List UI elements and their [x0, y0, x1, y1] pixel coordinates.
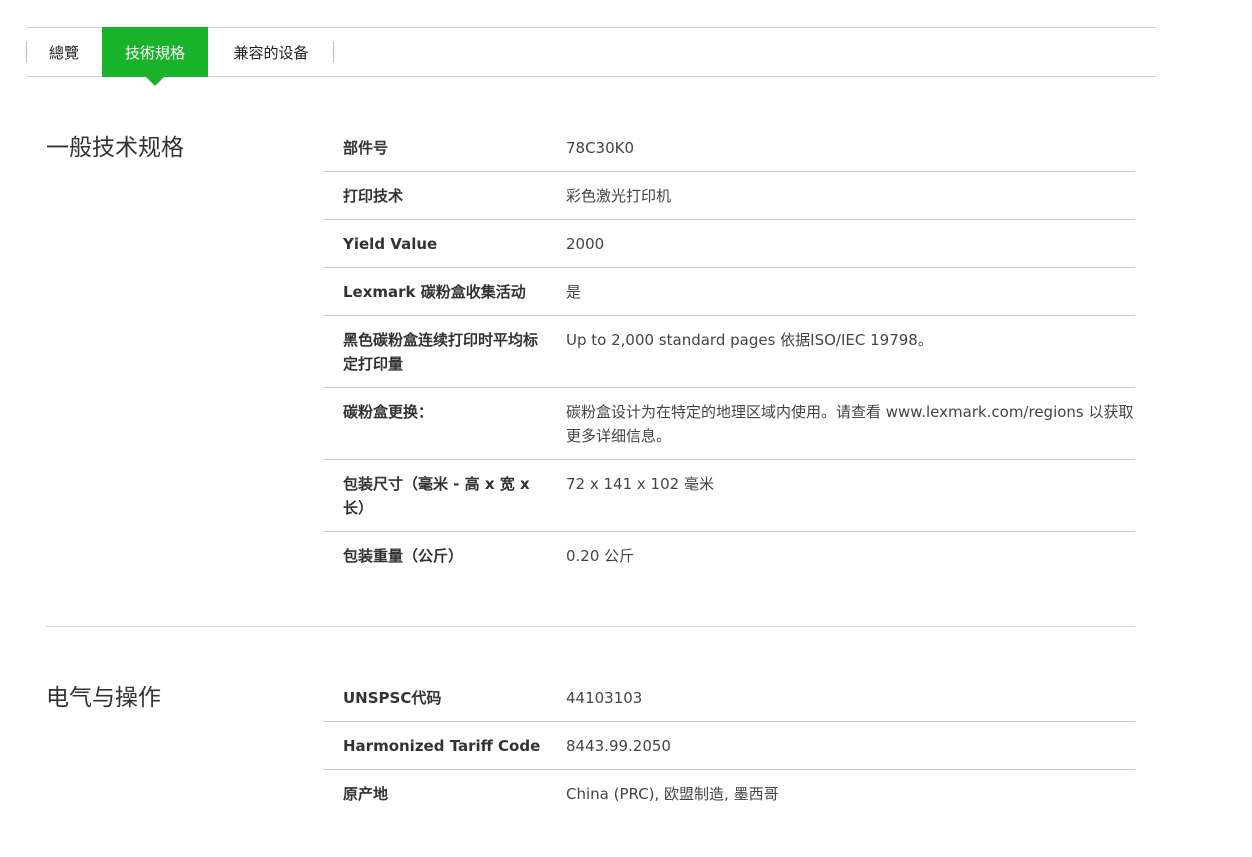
spec-label: 打印技术: [323, 171, 566, 220]
table-row: Lexmark 碳粉盒收集活动 是: [323, 267, 1135, 316]
table-row: 部件号 78C30K0: [323, 124, 1135, 172]
spec-value: 碳粉盒设计为在特定的地理区域内使用。请查看 www.lexmark.com/re…: [566, 387, 1135, 460]
tab-specifications[interactable]: 技術規格: [102, 27, 208, 86]
spec-label: 包装重量（公斤）: [343, 547, 464, 565]
tab-overview[interactable]: 總覽: [26, 28, 102, 76]
electrical-operation-table: UNSPSC代码 44103103 Harmonized Tariff Code…: [323, 674, 1135, 817]
spec-value: China (PRC), 欧盟制造, 墨西哥: [566, 785, 779, 803]
spec-value: 2000: [566, 219, 1135, 268]
tab-compatible-devices[interactable]: 兼容的设备: [208, 28, 334, 76]
table-row: Yield Value 2000: [323, 219, 1135, 268]
spec-value: 78C30K0: [566, 124, 1135, 172]
tab-bar: 總覽 技術規格 兼容的设备: [26, 27, 1156, 86]
table-row: 包装重量（公斤） 0.20 公斤: [323, 532, 1135, 580]
table-row: UNSPSC代码 44103103: [323, 674, 1135, 722]
spec-value: Up to 2,000 standard pages 依据ISO/IEC 197…: [566, 315, 1135, 388]
spec-label: 原产地: [343, 785, 389, 803]
spec-value: 是: [566, 267, 1135, 316]
section-title-electrical-operation: 电气与操作: [46, 685, 161, 711]
tab-compatible-devices-label: 兼容的设备: [233, 43, 309, 62]
section-title-general-specs: 一般技术规格: [46, 135, 184, 161]
spec-value: 8443.99.2050: [566, 721, 1135, 770]
spec-value: 彩色激光打印机: [566, 171, 1135, 220]
table-row: 包装尺寸（毫米 - 高 x 宽 x 长） 72 x 141 x 102 毫米: [323, 459, 1135, 532]
spec-value: 0.20 公斤: [566, 547, 635, 565]
spec-label: 部件号: [323, 124, 566, 172]
section-divider: [46, 626, 1135, 627]
spec-label: 碳粉盒更换：: [323, 387, 566, 460]
tab-list: 總覽 技術規格 兼容的设备: [26, 27, 1156, 86]
spec-label: Lexmark 碳粉盒收集活动: [323, 267, 566, 316]
table-row: 黑色碳粉盒连续打印时平均标定打印量 Up to 2,000 standard p…: [323, 315, 1135, 388]
tab-overview-label: 總覽: [48, 43, 79, 62]
spec-label: Yield Value: [323, 219, 566, 268]
spec-label: Harmonized Tariff Code: [323, 721, 566, 770]
table-row: Harmonized Tariff Code 8443.99.2050: [323, 721, 1135, 770]
spec-label: 包装尺寸（毫米 - 高 x 宽 x 长）: [323, 459, 566, 532]
spec-value: 44103103: [566, 674, 1135, 722]
tab-specifications-label: 技術規格: [124, 43, 185, 62]
general-specs-table: 部件号 78C30K0 打印技术 彩色激光打印机 Yield Value 200…: [323, 124, 1135, 579]
table-row: 打印技术 彩色激光打印机: [323, 171, 1135, 220]
spec-label: UNSPSC代码: [323, 674, 566, 722]
table-row: 原产地 China (PRC), 欧盟制造, 墨西哥: [323, 770, 1135, 818]
spec-value: 72 x 141 x 102 毫米: [566, 459, 1135, 532]
spec-label: 黑色碳粉盒连续打印时平均标定打印量: [323, 315, 566, 388]
table-row: 碳粉盒更换： 碳粉盒设计为在特定的地理区域内使用。请查看 www.lexmark…: [323, 387, 1135, 460]
active-tab-indicator: [146, 77, 164, 86]
